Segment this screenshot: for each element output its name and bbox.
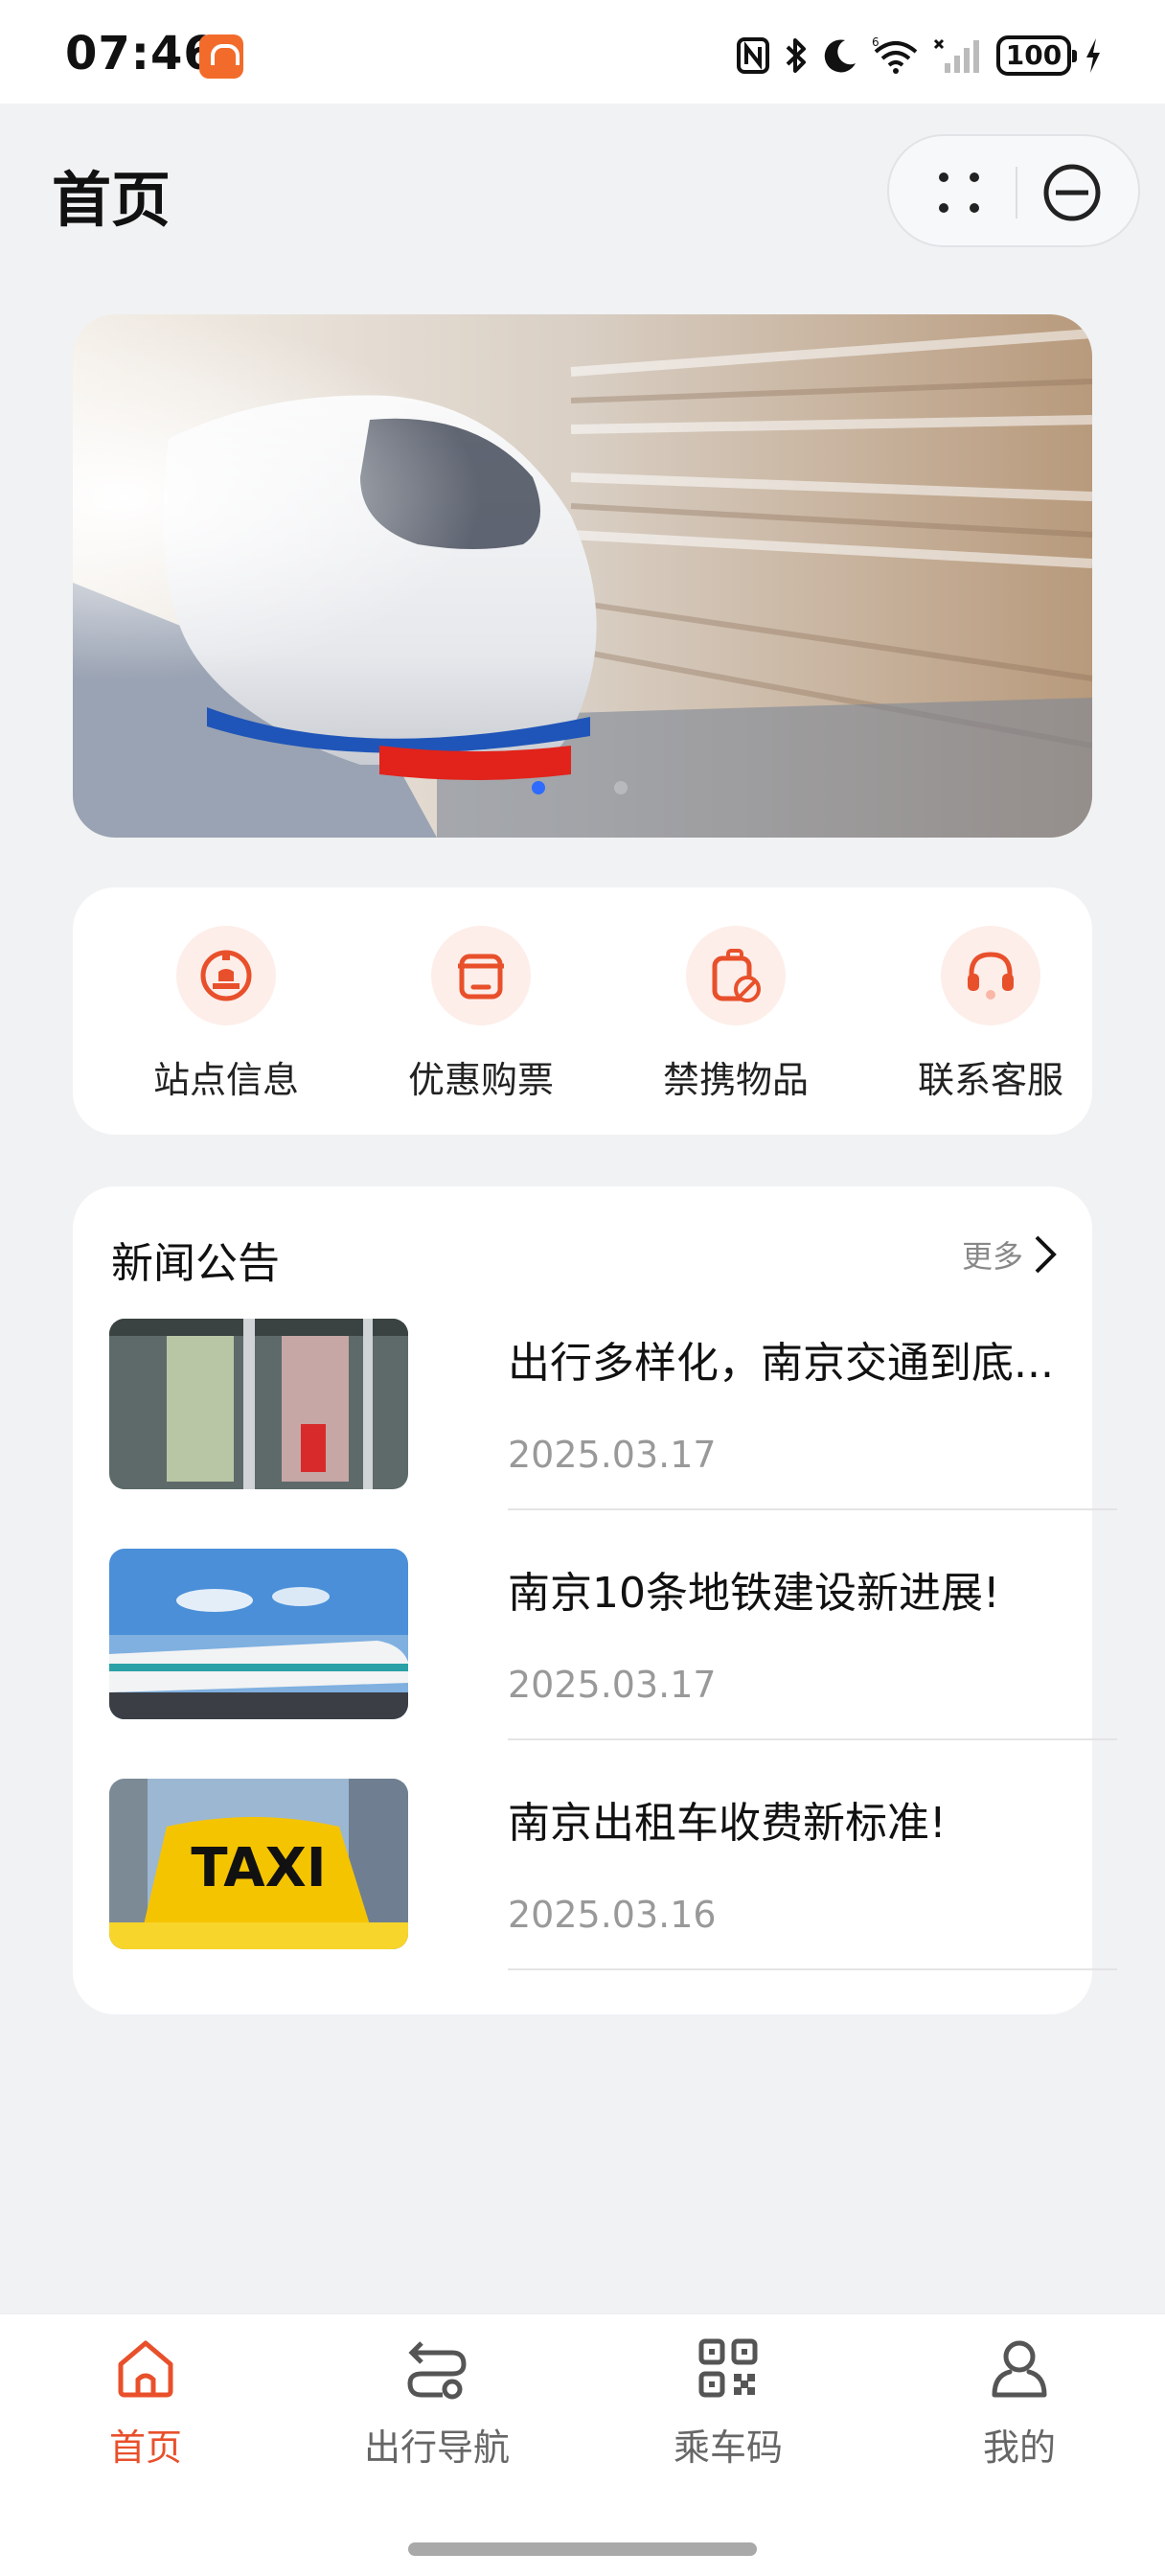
minus-circle-icon[interactable] xyxy=(1042,163,1102,222)
svg-text:TAXI: TAXI xyxy=(191,1837,326,1899)
news-card: 新闻公告 更多 出行多样化，南京交通到底... 2025.03.17 南京10条… xyxy=(73,1186,1117,2014)
nfc-icon xyxy=(737,37,769,74)
status-time: 07:46 xyxy=(65,27,217,80)
cellular-signal-icon xyxy=(933,38,979,73)
mini-program-capsule xyxy=(887,134,1140,247)
quick-item-label: 站点信息 xyxy=(152,1059,299,1101)
news-headline: 南京10条地铁建设新进展! xyxy=(508,1569,1000,1618)
prohibited-luggage-icon-wrapper xyxy=(686,926,786,1025)
svg-text:6: 6 xyxy=(872,36,879,49)
quick-item-label: 优惠购票 xyxy=(407,1059,554,1101)
charging-bolt-icon xyxy=(1086,38,1100,73)
news-list-item[interactable]: TAXI 南京出租车收费新标准! 2025.03.16 xyxy=(109,1779,1117,1990)
nanjing-metro-app-icon xyxy=(199,34,243,79)
news-headline: 出行多样化，南京交通到底... xyxy=(508,1339,1054,1388)
banner-dot-active xyxy=(532,781,545,794)
home-icon xyxy=(118,2340,173,2398)
tab-home[interactable]: 首页 xyxy=(2,2324,289,2469)
news-more-label: 更多 xyxy=(961,1238,1023,1275)
wifi-6-icon: 6 xyxy=(872,36,918,74)
tab-label: 乘车码 xyxy=(673,2426,783,2469)
news-divider xyxy=(508,1508,1117,1510)
station-icon xyxy=(200,950,252,1001)
dots-grid-icon[interactable] xyxy=(937,171,981,215)
news-thumbnail xyxy=(109,1549,408,1719)
quick-item-customer-service[interactable]: 联系客服 xyxy=(885,926,1096,1101)
news-list-item[interactable]: 南京10条地铁建设新进展! 2025.03.17 xyxy=(109,1549,1117,1760)
tab-ride-code[interactable]: 乘车码 xyxy=(584,2324,872,2469)
news-date: 2025.03.16 xyxy=(508,1894,717,1936)
ticket-icon-wrapper xyxy=(431,926,531,1025)
news-date: 2025.03.17 xyxy=(508,1664,717,1706)
user-icon xyxy=(992,2340,1047,2398)
quick-item-station-info[interactable]: 站点信息 xyxy=(121,926,331,1101)
news-section-title: 新闻公告 xyxy=(111,1239,280,1288)
route-icon xyxy=(407,2341,467,2400)
bluetooth-icon xyxy=(786,38,806,73)
home-indicator-bar[interactable] xyxy=(408,2542,757,2556)
do-not-disturb-moon-icon xyxy=(824,39,856,73)
tab-label: 首页 xyxy=(108,2426,182,2469)
quick-item-prohibited-items[interactable]: 禁携物品 xyxy=(630,926,841,1101)
prohibited-luggage-icon xyxy=(712,949,761,1002)
tab-profile[interactable]: 我的 xyxy=(876,2324,1163,2469)
status-indicators: 6 100 xyxy=(736,29,1102,82)
high-speed-train-photo xyxy=(73,314,1092,838)
station-icon-wrapper xyxy=(176,926,276,1025)
news-headline: 南京出租车收费新标准! xyxy=(508,1799,947,1848)
tab-label: 我的 xyxy=(982,2426,1056,2469)
headset-icon-wrapper xyxy=(941,926,1040,1025)
taxi-sign-photo: TAXI xyxy=(109,1779,408,1949)
bus-interior-photo xyxy=(109,1319,408,1489)
bottom-tab-bar: 首页 出行导航 乘车码 我的 xyxy=(0,2313,1165,2576)
news-thumbnail: TAXI xyxy=(109,1779,408,1949)
chevron-right-icon xyxy=(1035,1235,1057,1274)
banner-carousel[interactable] xyxy=(73,314,1092,838)
page-title: 首页 xyxy=(52,165,171,235)
capsule-divider xyxy=(1016,167,1017,218)
status-bar: 07:46 6 100 xyxy=(0,0,1165,104)
news-divider xyxy=(508,1738,1117,1740)
news-list-item[interactable]: 出行多样化，南京交通到底... 2025.03.17 xyxy=(109,1319,1117,1530)
quick-item-label: 禁携物品 xyxy=(662,1059,809,1101)
app-screen: 07:46 6 100 首页 站点信息 优惠购票 禁携物品 联系客服 新闻公告 … xyxy=(0,0,1165,2576)
quick-item-label: 联系客服 xyxy=(917,1059,1063,1101)
metro-train-photo xyxy=(109,1549,408,1719)
battery-indicator: 100 xyxy=(996,35,1077,76)
qr-code-icon xyxy=(698,2338,758,2398)
news-more-link[interactable]: 更多 xyxy=(962,1229,1058,1280)
news-date: 2025.03.17 xyxy=(508,1434,717,1476)
news-divider xyxy=(508,1968,1117,1970)
tab-navigation[interactable]: 出行导航 xyxy=(293,2324,581,2469)
ticket-icon xyxy=(458,954,504,1000)
quick-item-discount-ticket[interactable]: 优惠购票 xyxy=(376,926,586,1101)
quick-menu-card: 站点信息 优惠购票 禁携物品 联系客服 xyxy=(73,887,1092,1135)
news-thumbnail xyxy=(109,1319,408,1489)
banner-dot xyxy=(614,781,628,794)
tab-label: 出行导航 xyxy=(363,2426,510,2469)
headset-icon xyxy=(968,952,1014,1000)
